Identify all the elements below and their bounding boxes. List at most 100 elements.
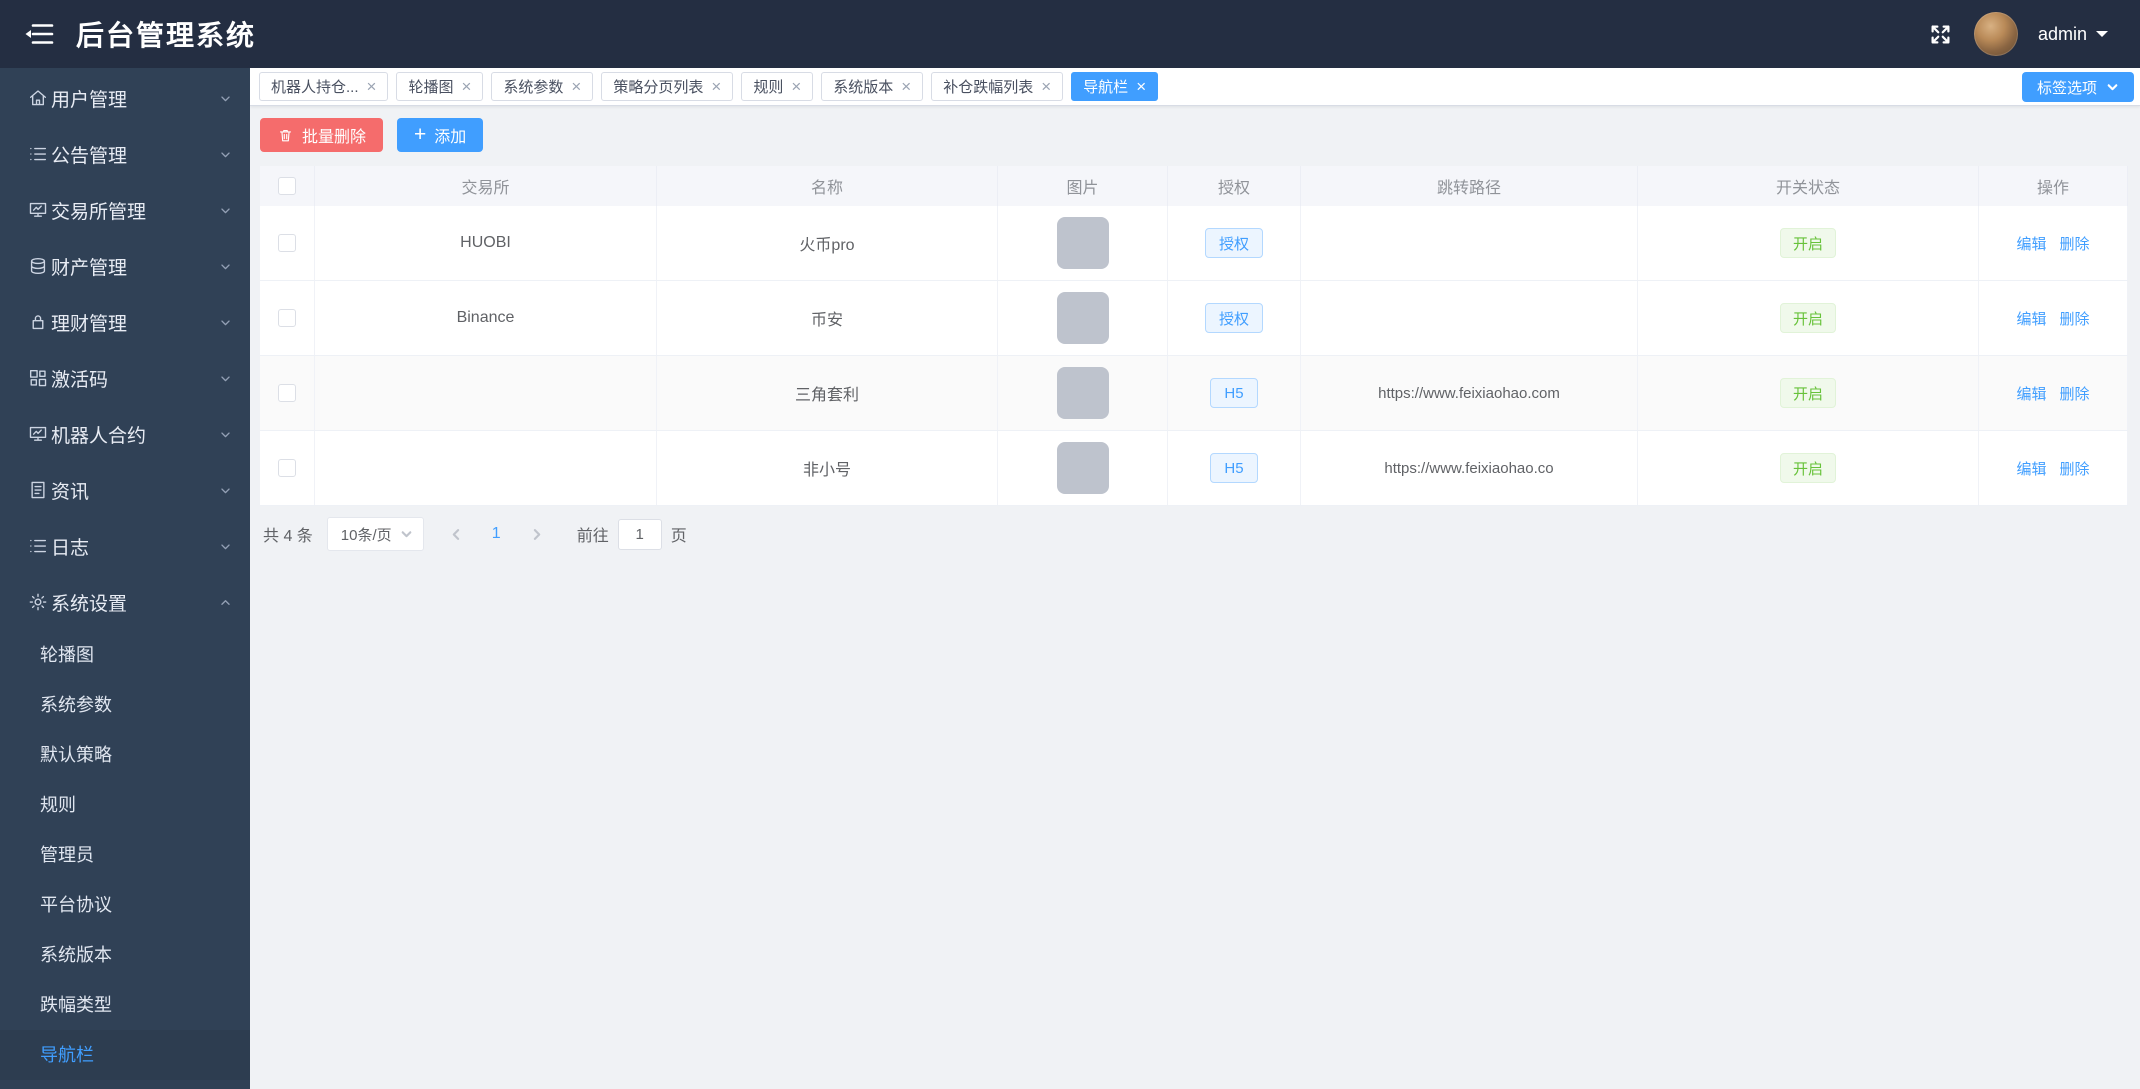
close-icon[interactable]: ×	[901, 78, 911, 95]
tab-7[interactable]: 补仓跌幅列表 ×	[931, 72, 1064, 101]
caret-down-icon	[2096, 31, 2108, 43]
close-icon[interactable]: ×	[711, 78, 721, 95]
tab-label: 规则	[753, 79, 784, 96]
cell-image	[998, 206, 1168, 280]
total-count: 共 4 条	[263, 528, 313, 545]
edit-link[interactable]: 编辑	[2016, 458, 2046, 479]
board-icon	[27, 199, 49, 221]
fullscreen-icon[interactable]	[1927, 21, 1954, 48]
table-row: 三角套利 H5 https://www.feixiaohao.com 开启 编辑 删除	[260, 356, 2128, 431]
table-header: 交易所 名称 图片 授权 跳转路径 开关状态 操作	[260, 166, 2128, 206]
status-tag: 开启	[1779, 303, 1836, 333]
goto-page: 前往 页	[577, 518, 687, 550]
chevron-down-icon	[217, 146, 234, 163]
tab-4[interactable]: 策略分页列表 ×	[601, 72, 734, 101]
sidebar-item-label: 机器人合约	[51, 425, 147, 447]
authorize-button[interactable]: 授权	[1204, 303, 1263, 333]
image-placeholder	[1056, 292, 1109, 344]
row-checkbox[interactable]	[278, 384, 296, 402]
page-unit-label: 页	[670, 528, 687, 545]
sidebar-item-label: 用户管理	[51, 89, 128, 111]
sidebar-subitem-1[interactable]: 轮播图	[0, 630, 250, 680]
tab-label: 导航栏	[1083, 79, 1129, 96]
close-icon[interactable]: ×	[1136, 78, 1146, 95]
hamburger-icon[interactable]	[24, 21, 54, 47]
sidebar-subitem-2[interactable]: 系统参数	[0, 680, 250, 730]
tab-2[interactable]: 轮播图 ×	[396, 72, 484, 101]
edit-link[interactable]: 编辑	[2016, 233, 2046, 254]
delete-link[interactable]: 删除	[2060, 308, 2090, 329]
table-row: HUOBI 火币pro 授权 开启 编辑 删除	[260, 206, 2128, 281]
sidebar-item-1[interactable]: 用户管理	[0, 70, 250, 126]
tab-6[interactable]: 系统版本 ×	[821, 72, 924, 101]
checkbox-cell	[260, 281, 315, 355]
page-size-select[interactable]: 10条/页	[326, 517, 424, 551]
close-icon[interactable]: ×	[1041, 78, 1051, 95]
delete-link[interactable]: 删除	[2060, 458, 2090, 479]
tab-5[interactable]: 规则 ×	[741, 72, 814, 101]
next-page-button[interactable]	[518, 528, 555, 541]
status-tag: 开启	[1779, 228, 1836, 258]
cell-jump-path	[1301, 281, 1638, 355]
row-checkbox[interactable]	[278, 309, 296, 327]
authorize-button[interactable]: 授权	[1204, 228, 1263, 258]
sidebar-item-5[interactable]: 理财管理	[0, 294, 250, 350]
cell-image	[998, 356, 1168, 430]
avatar[interactable]	[1973, 12, 2018, 56]
column-header: 开关状态	[1638, 166, 1979, 206]
document-icon	[27, 479, 49, 501]
sidebar-subitem-5[interactable]: 管理员	[0, 830, 250, 880]
sidebar-item-label: 日志	[51, 537, 90, 559]
tab-1[interactable]: 机器人持仓... ×	[259, 72, 389, 101]
cell-exchange	[315, 431, 657, 505]
sidebar-item-2[interactable]: 公告管理	[0, 126, 250, 182]
sidebar-subitem-9[interactable]: 导航栏	[0, 1030, 250, 1080]
close-icon[interactable]: ×	[571, 78, 581, 95]
column-header: 跳转路径	[1301, 166, 1638, 206]
sidebar-item-label: 系统设置	[51, 593, 128, 615]
tag-options-button[interactable]: 标签选项	[2021, 72, 2134, 102]
close-icon[interactable]: ×	[461, 78, 471, 95]
sidebar-item-7[interactable]: 机器人合约	[0, 406, 250, 462]
cell-switch-status: 开启	[1638, 206, 1979, 280]
edit-link[interactable]: 编辑	[2016, 383, 2046, 404]
tab-8[interactable]: 导航栏 ×	[1071, 72, 1159, 101]
sidebar-subitem-3[interactable]: 默认策略	[0, 730, 250, 780]
sidebar-item-8[interactable]: 资讯	[0, 462, 250, 518]
user-menu[interactable]: admin	[2038, 24, 2108, 45]
sidebar-subitem-6[interactable]: 平台协议	[0, 880, 250, 930]
h5-button[interactable]: H5	[1210, 453, 1258, 483]
tab-label: 系统版本	[833, 79, 894, 96]
select-all-checkbox[interactable]	[278, 177, 296, 195]
current-page[interactable]: 1	[475, 525, 518, 543]
sidebar-item-3[interactable]: 交易所管理	[0, 182, 250, 238]
prev-page-button[interactable]	[438, 528, 475, 541]
sidebar-item-10[interactable]: 系统设置	[0, 574, 250, 630]
row-checkbox[interactable]	[278, 459, 296, 477]
sidebar-item-4[interactable]: 财产管理	[0, 238, 250, 294]
row-checkbox[interactable]	[278, 234, 296, 252]
batch-delete-button[interactable]: 批量删除	[260, 118, 384, 152]
add-button[interactable]: + 添加	[397, 118, 484, 152]
tab-3[interactable]: 系统参数 ×	[491, 72, 594, 101]
sidebar-subitem-4[interactable]: 规则	[0, 780, 250, 830]
sidebar-item-6[interactable]: 激活码	[0, 350, 250, 406]
delete-link[interactable]: 删除	[2060, 233, 2090, 254]
edit-link[interactable]: 编辑	[2016, 308, 2046, 329]
pagination: 共 4 条 10条/页 1 前往 页	[260, 517, 2128, 551]
sidebar-subitem-7[interactable]: 系统版本	[0, 930, 250, 980]
delete-link[interactable]: 删除	[2060, 383, 2090, 404]
checkbox-cell	[260, 206, 315, 280]
close-icon[interactable]: ×	[367, 78, 377, 95]
chevron-down-icon	[217, 90, 234, 107]
h5-button[interactable]: H5	[1210, 378, 1258, 408]
list-icon	[27, 143, 49, 165]
tags-bar: 机器人持仓... × 轮播图 × 系统参数 × 策略分页列表 × 规则 × 系统版本 × 补仓跌幅列表 ×…	[250, 68, 2140, 106]
table-body: HUOBI 火币pro 授权 开启 编辑 删除 Binance 币安 授权 开启 编辑 删除 三角套利 H…	[260, 206, 2128, 506]
close-icon[interactable]: ×	[791, 78, 801, 95]
sidebar-item-label: 理财管理	[51, 313, 128, 335]
sidebar-item-9[interactable]: 日志	[0, 518, 250, 574]
sidebar-subitem-8[interactable]: 跌幅类型	[0, 980, 250, 1030]
cell-exchange: HUOBI	[315, 206, 657, 280]
goto-page-input[interactable]	[617, 518, 662, 550]
